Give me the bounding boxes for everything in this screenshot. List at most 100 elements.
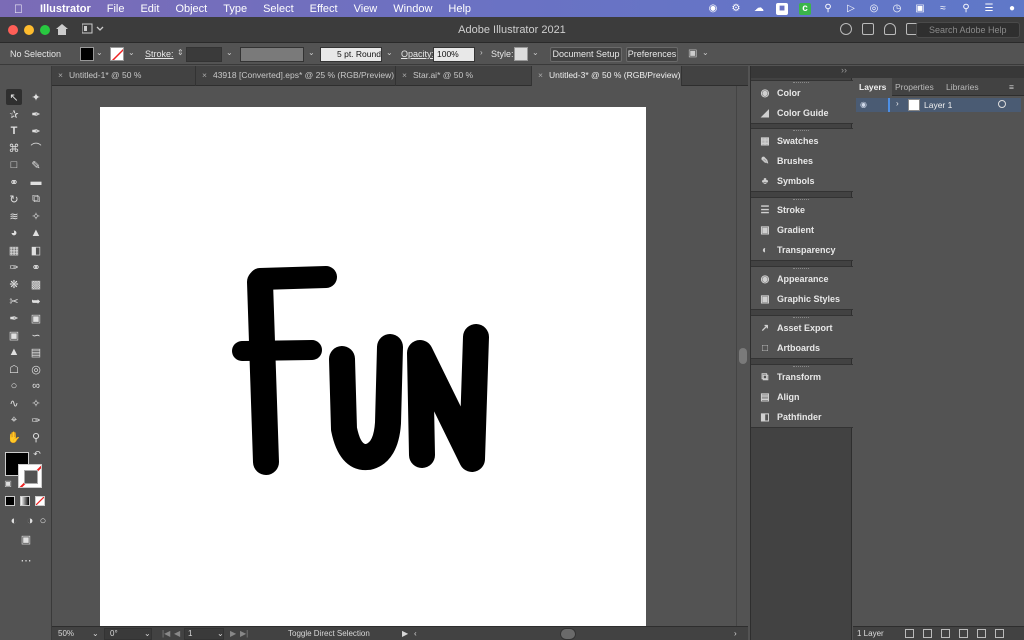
siri-icon[interactable]: ●	[1006, 3, 1018, 15]
artboard[interactable]	[100, 107, 646, 627]
symbol-sprayer-tool-icon[interactable]: ❋	[6, 276, 22, 292]
chevron-down-icon[interactable]: ⌄	[217, 629, 224, 638]
close-tab-icon[interactable]: ×	[538, 70, 543, 80]
panel-pathfinder[interactable]: ◧ Pathfinder	[751, 408, 853, 426]
stroke-color-swatch[interactable]	[110, 47, 124, 61]
puppet-warp-tool-icon[interactable]: ✧	[28, 208, 44, 224]
draw-normal-icon[interactable]: ◐	[6, 513, 22, 529]
status-menu-icon[interactable]: ▶	[402, 629, 408, 638]
live-paint-tool-icon[interactable]: ▲	[6, 344, 22, 360]
lightbulb-icon[interactable]	[884, 23, 896, 35]
close-window-button[interactable]	[8, 25, 18, 35]
column-graph-tool-icon[interactable]: ▩	[28, 276, 44, 292]
blend-tool-icon[interactable]: ⚭	[28, 259, 44, 275]
chevron-down-icon[interactable]: ⌄	[386, 48, 393, 57]
opacity-label[interactable]: Opacity:	[401, 49, 434, 59]
layer-target-icon[interactable]	[998, 100, 1006, 108]
anchor-point-tool-icon[interactable]: ✧	[28, 395, 44, 411]
menu-help[interactable]: Help	[448, 3, 471, 15]
close-tab-icon[interactable]: ×	[202, 70, 207, 80]
type-tool-icon[interactable]: T	[6, 123, 22, 139]
menu-effect[interactable]: Effect	[310, 3, 338, 15]
variable-width-profile[interactable]	[240, 47, 304, 62]
eye-icon[interactable]: ◎	[868, 3, 880, 15]
paint-bucket-tool-icon[interactable]: ☖	[6, 361, 22, 377]
panel-color-guide[interactable]: ◢ Color Guide	[751, 104, 853, 122]
chevron-down-icon[interactable]: ⌄	[128, 48, 135, 57]
search-layer-icon[interactable]	[923, 629, 932, 638]
magic-wand-tool-icon[interactable]: ✦	[28, 89, 44, 105]
gradient-mode-icon[interactable]	[20, 496, 30, 506]
edit-toolbar-icon[interactable]: ⋯	[18, 552, 34, 568]
expand-arrow-icon[interactable]: ›	[896, 99, 899, 108]
vertical-scrollbar[interactable]	[736, 86, 748, 626]
arrange-documents-icon[interactable]	[862, 23, 874, 35]
eraser-tool-icon[interactable]: ▬	[28, 174, 44, 190]
panel-swatches[interactable]: ▦ Swatches	[751, 132, 853, 150]
panel-appearance[interactable]: ◉ Appearance	[751, 270, 853, 288]
c-badge-icon[interactable]: c	[799, 2, 811, 15]
none-mode-icon[interactable]	[35, 496, 45, 506]
last-artboard-icon[interactable]: ▶|	[240, 629, 248, 638]
help-search-input[interactable]: Search Adobe Help	[916, 22, 1020, 38]
menu-view[interactable]: View	[354, 3, 378, 15]
artboard-tool-icon[interactable]: ⌘	[6, 140, 22, 156]
default-colors-icon[interactable]: ▣	[3, 478, 13, 488]
swap-colors-icon[interactable]: ↶	[32, 449, 42, 459]
panel-stroke[interactable]: ☰ Stroke	[751, 201, 853, 219]
search-icon[interactable]: ⚲	[822, 3, 834, 15]
perspective-grid-tool-icon[interactable]: ▲	[28, 225, 44, 241]
lasso-tool-icon[interactable]: ✰	[6, 106, 22, 122]
menu-select[interactable]: Select	[263, 3, 294, 15]
chevron-down-icon[interactable]: ⌄	[144, 629, 151, 638]
zoom-level[interactable]: 50%	[58, 629, 74, 638]
chevron-down-icon[interactable]: ⌄	[702, 48, 709, 57]
stroke-weight-input[interactable]	[186, 47, 222, 62]
menu-edit[interactable]: Edit	[140, 3, 159, 15]
color-mode-icon[interactable]	[5, 496, 15, 506]
tab-43918-converted[interactable]: × 43918 [Converted].eps* @ 25 % (RGB/Prev…	[196, 66, 396, 86]
artboard-number[interactable]: 1	[188, 629, 192, 638]
scroll-thumb[interactable]	[739, 348, 747, 364]
maximize-window-button[interactable]	[40, 25, 50, 35]
shaper-tool-icon[interactable]: ⚭	[6, 174, 22, 190]
menu-app[interactable]: Illustrator	[40, 3, 91, 15]
zoom-tool-icon[interactable]: ⚲	[28, 429, 44, 445]
gradient-tool-icon[interactable]: ◧	[28, 242, 44, 258]
fun-artwork[interactable]	[100, 107, 646, 627]
scroll-right-icon[interactable]: ›	[734, 629, 737, 638]
measure-tool-icon[interactable]: ✑	[28, 412, 44, 428]
panel-artboards[interactable]: □ Artboards	[751, 339, 853, 357]
graphic-style-swatch[interactable]	[514, 47, 528, 61]
panel-color[interactable]: ◉ Color	[751, 84, 853, 102]
knife-tool-icon[interactable]: ✒	[6, 310, 22, 326]
make-clipping-mask-icon[interactable]	[941, 629, 950, 638]
new-layer-icon[interactable]	[977, 629, 986, 638]
tab-star[interactable]: ×Star.ai* @ 50 % (RGB/Preview)	[396, 66, 532, 99]
first-artboard-icon[interactable]: |◀	[162, 629, 170, 638]
brush-definition-dropdown[interactable]: 5 pt. Round	[320, 47, 382, 62]
delete-layer-icon[interactable]	[995, 629, 1004, 638]
previous-artboard-icon[interactable]: ◀	[174, 629, 180, 638]
document-setup-button[interactable]: Document Setup	[550, 47, 622, 62]
crop-tool-icon[interactable]: ⌖	[6, 412, 22, 428]
close-tab-icon[interactable]: ×	[402, 70, 407, 80]
layer-name[interactable]: Layer 1	[924, 100, 952, 110]
panel-menu-icon[interactable]: ≡	[1003, 78, 1020, 96]
selection-tool-icon[interactable]: ↖	[6, 89, 22, 105]
rectangle-tool-icon[interactable]: □	[6, 157, 22, 173]
line-segment-tool-icon[interactable]: ⌒	[28, 140, 44, 156]
ellipse-tool-icon[interactable]: ○	[6, 378, 22, 394]
screen-mode-icon[interactable]: ▣	[18, 531, 34, 547]
spiral-tool-icon[interactable]: ◎	[28, 361, 44, 377]
control-center-icon[interactable]: ☰	[983, 3, 995, 15]
curvature-tool-icon[interactable]: ✒	[28, 123, 44, 139]
panel-transparency[interactable]: ◐ Transparency	[751, 241, 853, 259]
screen-icon[interactable]: ▣	[914, 3, 926, 15]
hand-tool-icon[interactable]: ✋	[6, 429, 22, 445]
canvas-area[interactable]	[52, 86, 736, 627]
scale-tool-icon[interactable]: ⧉	[28, 191, 44, 207]
horizontal-scroll-thumb[interactable]	[560, 628, 576, 640]
shape-builder-tool-icon[interactable]: ◕	[6, 225, 22, 241]
chevron-down-icon[interactable]: ⌄	[96, 48, 103, 57]
